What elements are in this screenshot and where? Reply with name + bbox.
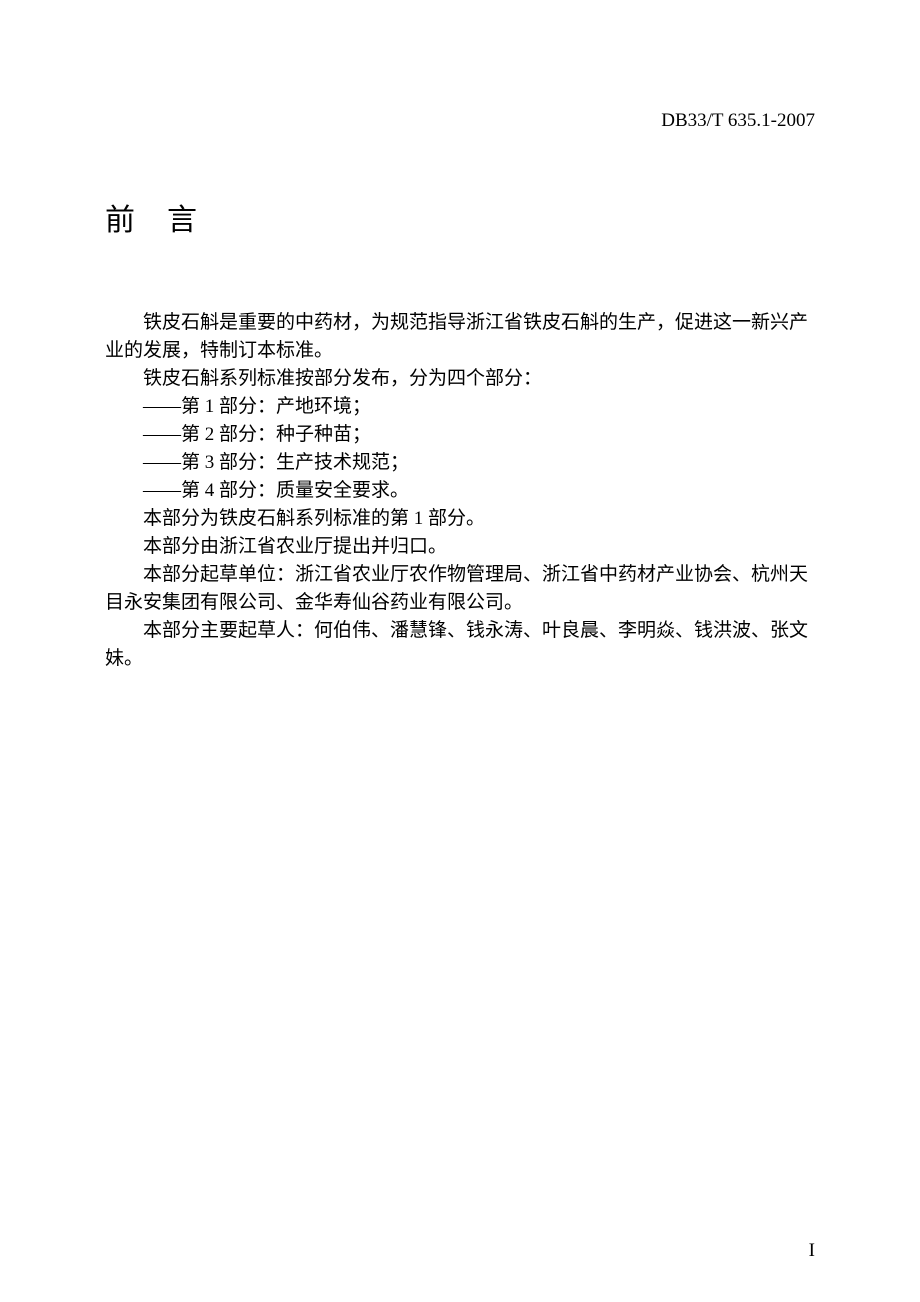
paragraph-part3: ——第 3 部分：生产技术规范； xyxy=(105,449,825,477)
document-page: DB33/T 635.1-2007 前言 铁皮石斛是重要的中药材，为规范指导浙江… xyxy=(0,0,920,1302)
paragraph-part1: ——第 1 部分：产地环境； xyxy=(105,393,825,421)
paragraph-drafters: 本部分主要起草人：何伯伟、潘慧锋、钱永涛、叶良晨、李明焱、钱洪波、张文妹。 xyxy=(105,617,825,673)
paragraph-drafting-units: 本部分起草单位：浙江省农业厅农作物管理局、浙江省中药材产业协会、杭州天目永安集团… xyxy=(105,561,825,617)
page-number: I xyxy=(809,1240,815,1262)
paragraph-parts-intro: 铁皮石斛系列标准按部分发布，分为四个部分： xyxy=(105,365,825,393)
paragraph-part4: ——第 4 部分：质量安全要求。 xyxy=(105,477,825,505)
document-number: DB33/T 635.1-2007 xyxy=(661,110,815,132)
paragraph-this-part: 本部分为铁皮石斛系列标准的第 1 部分。 xyxy=(105,505,825,533)
paragraph-proposer: 本部分由浙江省农业厅提出并归口。 xyxy=(105,533,825,561)
paragraph-intro: 铁皮石斛是重要的中药材，为规范指导浙江省铁皮石斛的生产，促进这一新兴产业的发展，… xyxy=(105,309,825,365)
paragraph-part2: ——第 2 部分：种子种苗； xyxy=(105,421,825,449)
foreword-title: 前言 xyxy=(105,195,825,239)
foreword-content: 铁皮石斛是重要的中药材，为规范指导浙江省铁皮石斛的生产，促进这一新兴产业的发展，… xyxy=(105,309,825,673)
